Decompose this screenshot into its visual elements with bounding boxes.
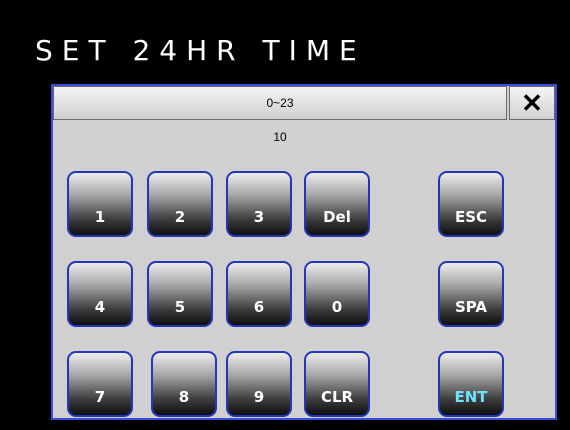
key-8[interactable]: 8: [151, 351, 217, 417]
current-value: 10: [273, 130, 287, 144]
key-5[interactable]: 5: [147, 261, 213, 327]
key-1[interactable]: 1: [67, 171, 133, 237]
key-0[interactable]: 0: [304, 261, 370, 327]
key-3[interactable]: 3: [226, 171, 292, 237]
key-2[interactable]: 2: [147, 171, 213, 237]
clear-button[interactable]: CLR: [304, 351, 370, 417]
key-9[interactable]: 9: [226, 351, 292, 417]
key-4[interactable]: 4: [67, 261, 133, 327]
range-label: 0~23: [266, 96, 294, 110]
range-display: 0~23: [53, 86, 507, 120]
delete-button[interactable]: Del: [304, 171, 370, 237]
enter-button[interactable]: ENT: [438, 351, 504, 417]
close-icon: ✕: [521, 87, 543, 118]
close-button[interactable]: ✕: [509, 86, 555, 120]
page-title: SET 24HR TIME: [35, 34, 366, 67]
key-7[interactable]: 7: [67, 351, 133, 417]
space-button[interactable]: SPA: [438, 261, 504, 327]
key-6[interactable]: 6: [226, 261, 292, 327]
escape-button[interactable]: ESC: [438, 171, 504, 237]
keypad-dialog: 0~23 ✕ 10 1 2 3 Del ESC 4 5 6 0 SPA 7 8 …: [51, 84, 557, 420]
